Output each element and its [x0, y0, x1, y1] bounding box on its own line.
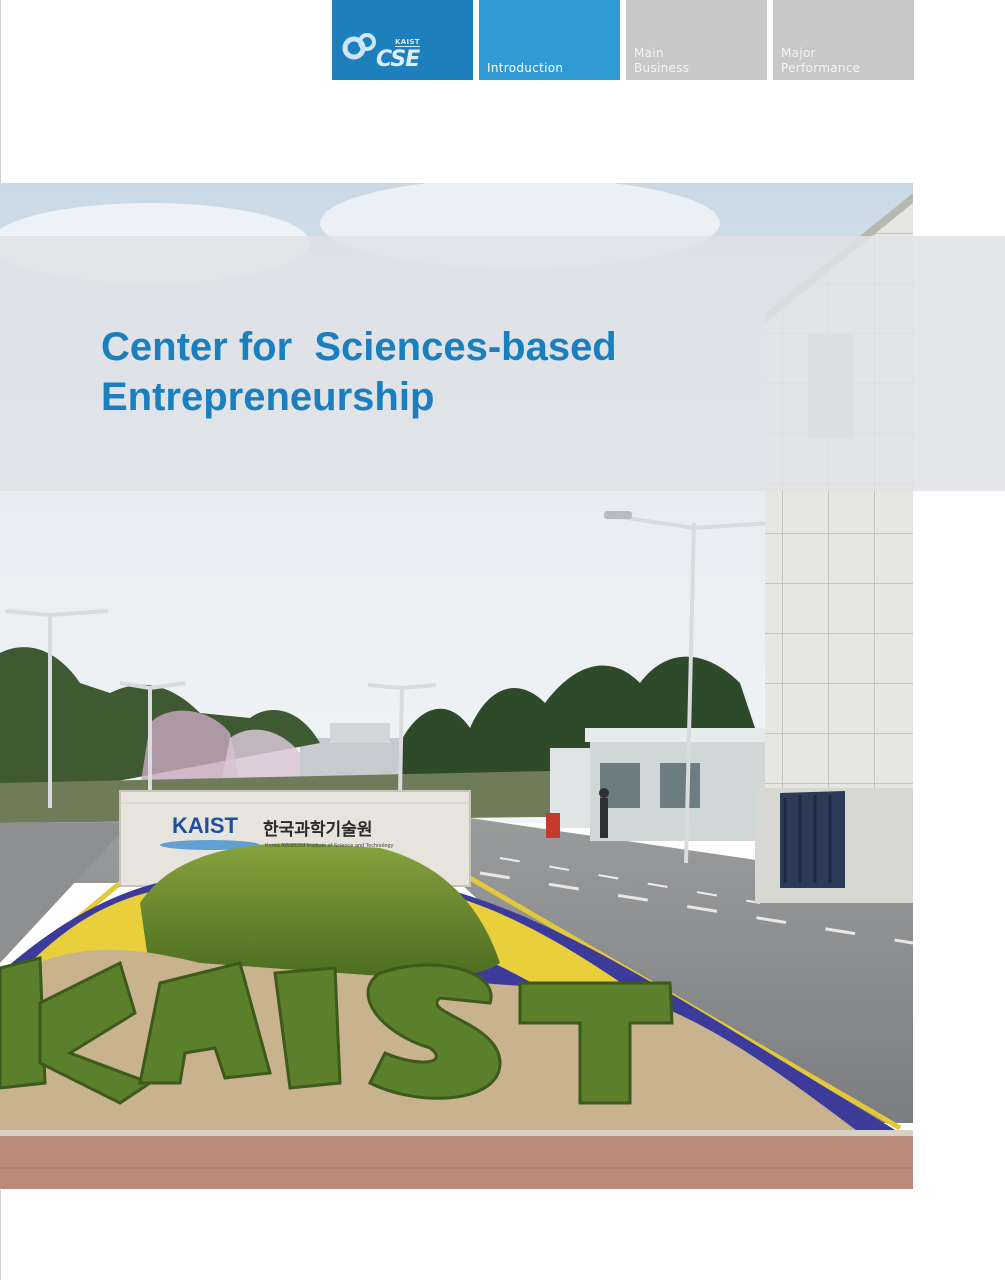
page-left-rule-bottom — [0, 1190, 1, 1280]
page-title-line-2: Entrepreneurship — [101, 375, 435, 419]
cse-logo-tab[interactable]: KAIST CSE — [332, 0, 473, 80]
tab-major-performance-label-2: Performance — [781, 61, 861, 75]
tab-introduction-label: Introduction — [487, 61, 564, 75]
tab-main-business-label-2: Business — [634, 61, 690, 75]
tab-introduction[interactable]: Introduction — [479, 0, 620, 80]
page-left-rule — [0, 0, 1, 183]
tab-major-performance-label-1: Major — [781, 46, 816, 60]
top-navigation: KAIST CSE Introduction Main Business Maj… — [332, 0, 914, 80]
tab-major-performance[interactable]: Major Performance — [773, 0, 914, 80]
tab-main-business-label-1: Main — [634, 46, 664, 60]
kaist-swirl-icon — [342, 33, 376, 60]
sign-english-name: Korea Advanced Institute of Science and … — [265, 843, 394, 849]
sign-kaist-logo: KAIST — [172, 813, 239, 838]
page-title-line-1: Center for Sciences-based — [101, 325, 617, 369]
page-title: Center for Sciences-based Entrepreneursh… — [101, 322, 741, 422]
logo-cse-text: CSE — [376, 47, 420, 72]
logo-kaist-text: KAIST — [395, 38, 420, 47]
sign-korean-name: 한국과학기술원 — [263, 820, 372, 840]
tab-main-business[interactable]: Main Business — [626, 0, 767, 80]
